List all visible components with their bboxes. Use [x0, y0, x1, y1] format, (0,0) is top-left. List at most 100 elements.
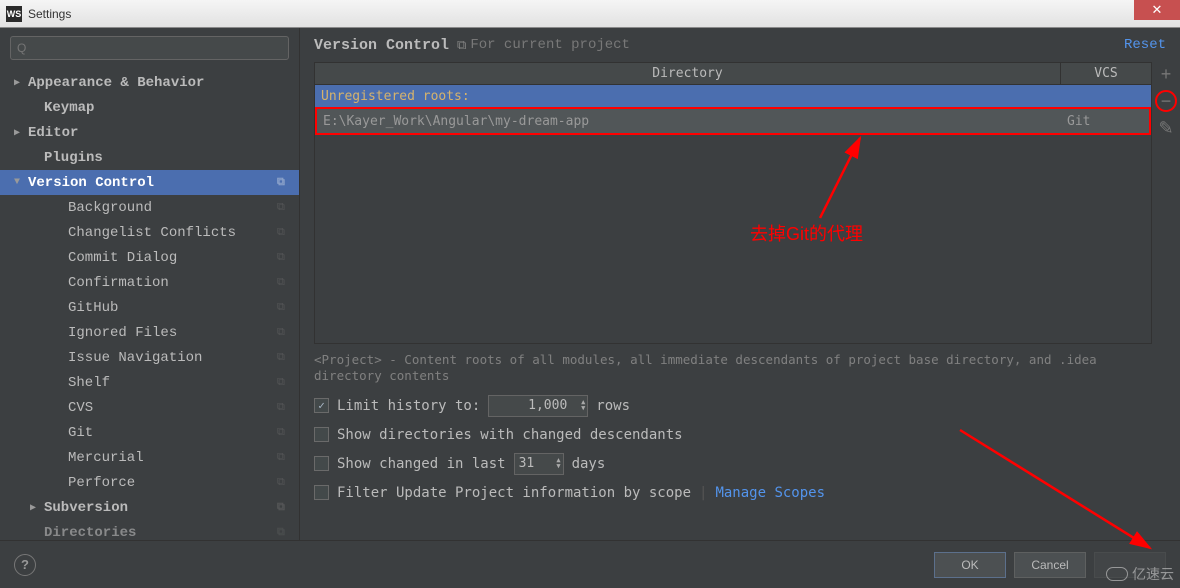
show-changed-spinner[interactable]: 31 ▲▼	[514, 453, 564, 475]
project-description: <Project> - Content roots of all modules…	[314, 352, 1166, 385]
ok-button[interactable]: OK	[934, 552, 1006, 578]
tree-item-appearance-behavior[interactable]: ▶ Appearance & Behavior	[0, 70, 299, 95]
vcs-mapping-row[interactable]: E:\Kayer_Work\Angular\my-dream-app Git	[315, 107, 1151, 135]
add-mapping-button[interactable]: +	[1156, 64, 1176, 84]
tree-item-changelist-conflicts[interactable]: Changelist Conflicts ⧉	[0, 220, 299, 245]
tree-item-directories[interactable]: Directories ⧉	[0, 520, 299, 540]
tree-arrow-icon: ▼	[14, 177, 24, 188]
limit-history-suffix: rows	[596, 398, 630, 414]
tree-item-label: Version Control	[28, 175, 154, 191]
tree-item-keymap[interactable]: Keymap	[0, 95, 299, 120]
tree-item-commit-dialog[interactable]: Commit Dialog ⧉	[0, 245, 299, 270]
tree-item-git[interactable]: Git⧉	[0, 420, 299, 445]
copy-settings-icon: ⧉	[277, 227, 289, 239]
copy-settings-icon: ⧉	[277, 202, 289, 214]
show-dirs-checkbox[interactable]	[314, 427, 329, 442]
tree-item-label: Appearance & Behavior	[28, 75, 204, 91]
separator: |	[699, 485, 707, 501]
filter-scope-label: Filter Update Project information by sco…	[337, 485, 691, 501]
search-input[interactable]	[10, 36, 289, 60]
panel-breadcrumb: Version Control	[314, 37, 449, 54]
cloud-icon	[1106, 567, 1128, 581]
tree-item-background[interactable]: Background ⧉	[0, 195, 299, 220]
project-scope-icon: ⧉	[457, 38, 466, 53]
tree-item-subversion[interactable]: ▶ Subversion ⧉	[0, 495, 299, 520]
settings-tree[interactable]: ▶ Appearance & Behavior Keymap ▶Editor Plugi…	[0, 66, 299, 540]
table-empty-area	[315, 135, 1151, 343]
spinner-arrows-icon[interactable]: ▲▼	[581, 396, 585, 416]
tree-item-label: Keymap	[44, 100, 94, 116]
window-close-button[interactable]: ✕	[1134, 0, 1180, 20]
mapping-directory-cell: E:\Kayer_Work\Angular\my-dream-app	[317, 114, 1059, 129]
show-changed-value: 31	[519, 456, 535, 471]
tree-item-label: Confirmation	[68, 275, 169, 291]
spinner-arrows-icon[interactable]: ▲▼	[556, 454, 560, 474]
window-title: Settings	[28, 7, 71, 21]
pencil-icon: ✎	[1158, 118, 1173, 139]
watermark: 亿速云	[1106, 564, 1174, 584]
column-directory[interactable]: Directory	[315, 63, 1061, 84]
tree-item-label: Subversion	[44, 500, 128, 516]
show-changed-checkbox[interactable]	[314, 456, 329, 471]
tree-item-version-control[interactable]: ▼ Version Control ⧉	[0, 170, 299, 195]
panel-subtitle: For current project	[470, 37, 630, 53]
unregistered-roots-header: Unregistered roots:	[315, 85, 1151, 107]
tree-item-label: Commit Dialog	[68, 250, 177, 266]
limit-history-spinner[interactable]: 1,000 ▲▼	[488, 395, 588, 417]
copy-settings-icon: ⧉	[277, 177, 289, 189]
copy-settings-icon: ⧉	[277, 277, 289, 289]
show-dirs-label: Show directories with changed descendant…	[337, 427, 683, 443]
tree-item-label: Perforce	[68, 475, 135, 491]
filter-scope-checkbox[interactable]	[314, 485, 329, 500]
tree-item-label: Mercurial	[68, 450, 144, 466]
column-vcs[interactable]: VCS	[1061, 63, 1151, 84]
show-changed-label-post: days	[572, 456, 606, 472]
copy-settings-icon: ⧉	[277, 377, 289, 389]
tree-item-editor[interactable]: ▶Editor	[0, 120, 299, 145]
edit-mapping-button[interactable]: ✎	[1156, 118, 1176, 138]
tree-item-ignored-files[interactable]: Ignored Files⧉	[0, 320, 299, 345]
tree-item-plugins[interactable]: Plugins	[0, 145, 299, 170]
plus-icon: +	[1161, 64, 1172, 85]
manage-scopes-link[interactable]: Manage Scopes	[715, 485, 825, 501]
tree-item-label: Shelf	[68, 375, 110, 391]
dialog-button-bar: ? OK Cancel	[0, 540, 1180, 588]
copy-settings-icon: ⧉	[277, 352, 289, 364]
tree-item-label: Background	[68, 200, 152, 216]
titlebar: WS Settings ✕	[0, 0, 1180, 28]
tree-item-label: Git	[68, 425, 93, 441]
tree-item-cvs[interactable]: CVS⧉	[0, 395, 299, 420]
tree-item-github[interactable]: GitHub⧉	[0, 295, 299, 320]
tree-item-label: Ignored Files	[68, 325, 177, 341]
limit-history-checkbox[interactable]: ✓	[314, 398, 329, 413]
tree-item-label: Changelist Conflicts	[68, 225, 236, 241]
cancel-button[interactable]: Cancel	[1014, 552, 1086, 578]
limit-history-label: Limit history to:	[337, 398, 480, 414]
remove-mapping-button[interactable]: −	[1155, 90, 1177, 112]
tree-item-confirmation[interactable]: Confirmation ⧉	[0, 270, 299, 295]
show-changed-label-pre: Show changed in last	[337, 456, 506, 472]
tree-item-label: CVS	[68, 400, 93, 416]
tree-arrow-icon: ▶	[14, 127, 24, 139]
limit-history-value: 1,000	[528, 398, 567, 413]
settings-sidebar: ▶ Appearance & Behavior Keymap ▶Editor Plugi…	[0, 28, 300, 540]
help-button[interactable]: ?	[14, 554, 36, 576]
tree-item-label: GitHub	[68, 300, 118, 316]
copy-settings-icon: ⧉	[277, 252, 289, 264]
reset-link[interactable]: Reset	[1124, 37, 1166, 53]
tree-item-label: Issue Navigation	[68, 350, 202, 366]
tree-arrow-icon: ▶	[14, 77, 24, 89]
tree-item-issue-navigation[interactable]: Issue Navigation ⧉	[0, 345, 299, 370]
tree-item-label: Plugins	[44, 150, 103, 166]
tree-arrow-icon: ▶	[30, 502, 40, 514]
tree-item-mercurial[interactable]: Mercurial⧉	[0, 445, 299, 470]
tree-item-label: Directories	[44, 525, 136, 541]
copy-settings-icon: ⧉	[277, 527, 289, 539]
vcs-mapping-table[interactable]: Directory VCS Unregistered roots: E:\Kay…	[314, 62, 1152, 344]
mapping-vcs-cell: Git	[1059, 114, 1149, 129]
tree-item-perforce[interactable]: Perforce⧉	[0, 470, 299, 495]
tree-item-shelf[interactable]: Shelf ⧉	[0, 370, 299, 395]
app-icon: WS	[6, 6, 22, 22]
copy-settings-icon: ⧉	[277, 502, 289, 514]
close-icon: ✕	[1152, 2, 1163, 18]
